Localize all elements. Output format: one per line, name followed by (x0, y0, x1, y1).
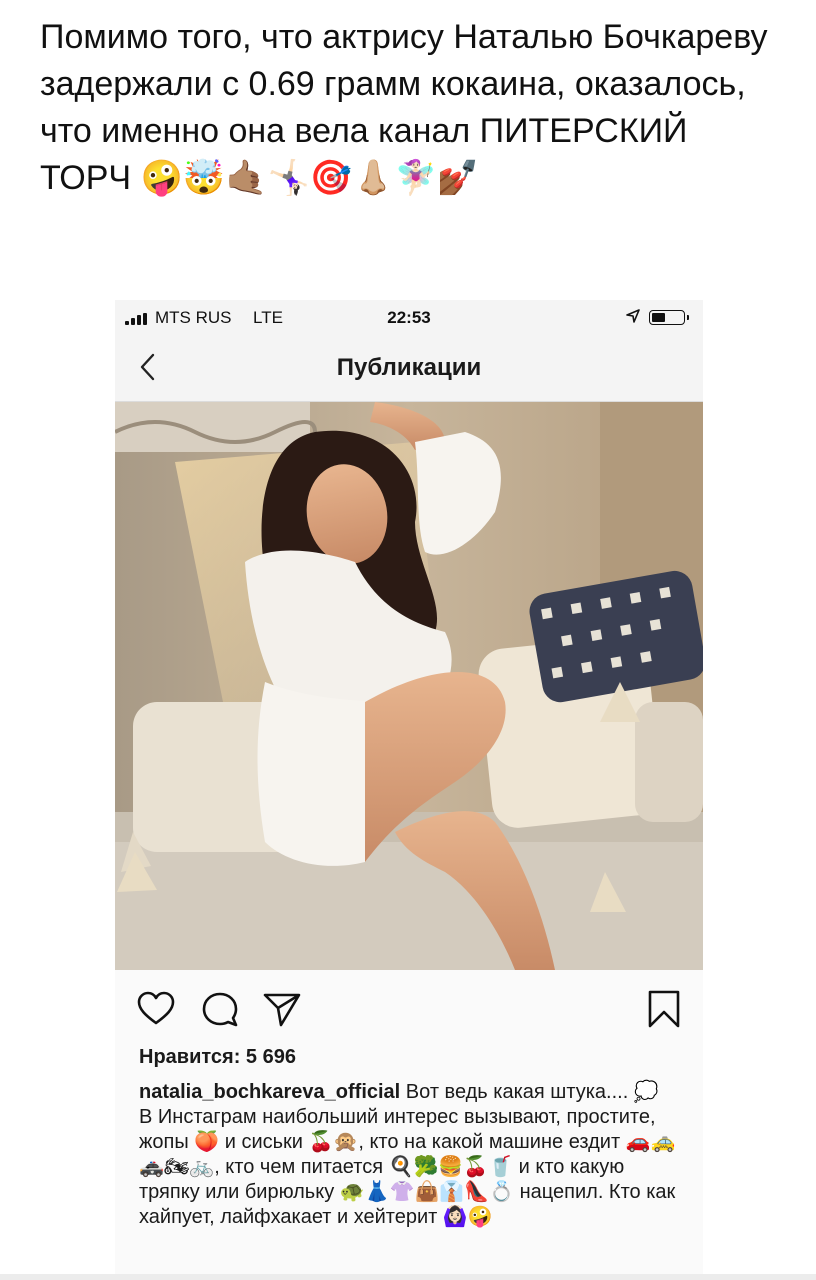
bookmark-icon[interactable] (643, 988, 685, 1030)
post-text: Помимо того, что актрису Наталью Бочкаре… (40, 18, 768, 197)
location-icon (625, 308, 641, 329)
comment-icon[interactable] (199, 988, 241, 1030)
instagram-screenshot: MTS RUS LTE 22:53 Публикации Нравится: 5… (115, 300, 703, 1280)
page-title: Публикации (336, 354, 482, 381)
battery-level (652, 313, 665, 322)
bottom-divider (0, 1274, 816, 1280)
caption-first-line: Вот ведь какая штука.... 💭 (405, 1081, 659, 1103)
caption-body: В Инстаграм наибольший интерес вызывают,… (139, 1106, 676, 1228)
caption-username[interactable]: natalia_bochkareva_official (139, 1081, 400, 1103)
likes-count[interactable]: Нравится: 5 696 (139, 1046, 296, 1069)
post-actions (115, 970, 703, 1040)
heart-icon[interactable] (135, 988, 177, 1030)
top-navigation-bar: Публикации (115, 336, 703, 402)
status-bar: MTS RUS LTE 22:53 (115, 300, 703, 336)
battery-tip (687, 315, 689, 320)
battery-icon (649, 310, 685, 325)
send-icon[interactable] (261, 988, 303, 1030)
post-caption: natalia_bochkareva_official Вот ведь как… (139, 1080, 687, 1230)
post-photo[interactable] (115, 402, 703, 970)
status-time: 22:53 (387, 308, 431, 327)
